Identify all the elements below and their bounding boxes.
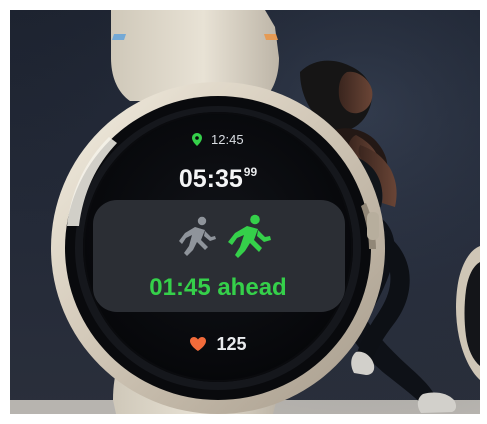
running-person-icon [177,216,217,263]
elapsed-main: 05:35 [178,165,243,193]
clock-row: 12:45 [83,132,353,150]
running-person-icon [227,214,271,264]
location-pin-icon [192,133,203,150]
heart-icon [189,335,207,357]
elapsed-hundredths: 99 [243,165,258,179]
heart-rate-row: 125 [83,333,353,357]
heart-rate-value: 125 [216,334,247,354]
promo-scene: 12:45 05:3599 01:45 ahead 125 [0,0,487,424]
elapsed-timer: 05:3599 [83,158,353,193]
pace-status-text: 01:45 ahead [149,274,287,301]
pace-runners [83,214,353,264]
clock-time: 12:45 [211,132,244,147]
watch-screen: 12:45 05:3599 01:45 ahead 125 [83,112,353,382]
